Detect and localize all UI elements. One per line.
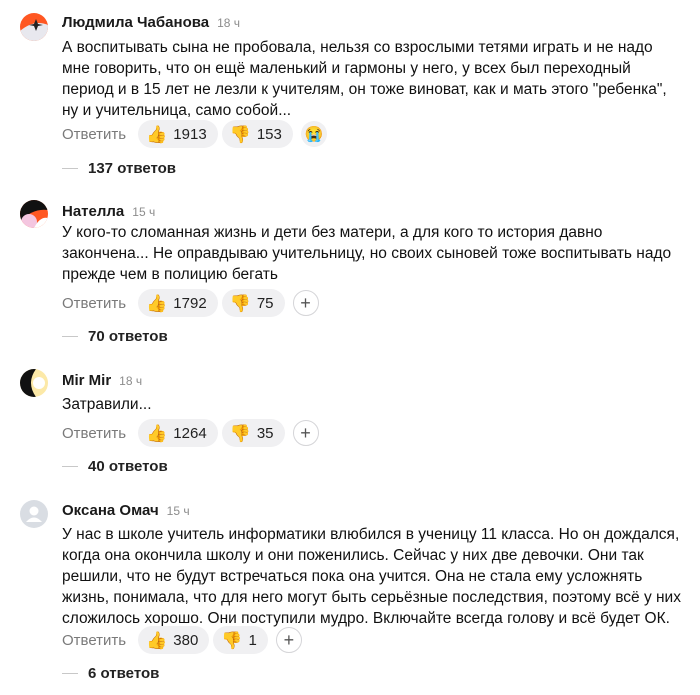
thumbs-down-icon: 👎 [229, 293, 251, 313]
avatar-abstract-icon [20, 13, 48, 41]
thumbs-up-icon: 👍 [146, 423, 168, 443]
reply-button[interactable]: Ответить [62, 632, 126, 649]
avatar-abstract-icon [20, 200, 48, 228]
replies-count: 6 ответов [88, 665, 160, 682]
reply-button[interactable]: Ответить [62, 295, 126, 312]
avatar[interactable] [20, 369, 48, 397]
dislike-button[interactable]: 👎 75 [221, 289, 285, 317]
add-reaction-button[interactable]: + [275, 627, 302, 653]
plus-icon: + [283, 629, 295, 650]
comment-text: У кого-то сломанная жизнь и дети без мат… [62, 224, 672, 283]
plus-icon: + [300, 422, 311, 443]
dislike-count: 1 [248, 631, 257, 649]
divider [62, 466, 78, 467]
crying-emoji-reaction[interactable]: 😭 [300, 121, 327, 147]
author-name[interactable]: Нателла [62, 203, 124, 220]
avatar[interactable] [20, 200, 48, 228]
dislike-count: 153 [256, 125, 282, 143]
divider [62, 168, 78, 169]
dislike-button[interactable]: 👎 1 [213, 626, 268, 654]
comment-time: 18 ч [217, 16, 241, 30]
replies-count: 40 ответов [88, 458, 168, 475]
author-line: Оксана Омач 15 ч [62, 502, 190, 519]
author-name[interactable]: Mir Mir [62, 372, 111, 389]
avatar[interactable] [20, 13, 48, 41]
thumbs-down-icon: 👎 [229, 423, 251, 443]
author-line: Mir Mir 18 ч [62, 372, 142, 389]
dislike-count: 75 [256, 294, 274, 312]
comment-time: 18 ч [119, 374, 143, 388]
like-button[interactable]: 👍 1264 [138, 419, 218, 447]
divider [62, 336, 78, 337]
reply-button[interactable]: Ответить [62, 126, 126, 143]
reply-button[interactable]: Ответить [62, 425, 126, 442]
comment-actions: Ответить 👍 1913 👎 153 😭 [62, 120, 327, 148]
comment-text: А воспитывать сына не пробовала, нельзя … [62, 39, 667, 119]
author-name[interactable]: Людмила Чабанова [62, 14, 209, 31]
replies-toggle[interactable]: 6 ответов [62, 665, 159, 682]
comment-actions: Ответить 👍 1264 👎 35 + [62, 419, 319, 447]
divider [62, 673, 78, 674]
like-button[interactable]: 👍 1792 [138, 289, 218, 317]
comment-time: 15 ч [166, 504, 190, 518]
dislike-button[interactable]: 👎 35 [221, 419, 285, 447]
replies-toggle[interactable]: 137 ответов [62, 160, 176, 177]
replies-toggle[interactable]: 70 ответов [62, 328, 168, 345]
like-button[interactable]: 👍 1913 [138, 120, 218, 148]
crying-icon: 😭 [304, 126, 324, 143]
comment-actions: Ответить 👍 1792 👎 75 + [62, 289, 319, 317]
author-line: Людмила Чабанова 18 ч [62, 14, 240, 31]
like-count: 1792 [173, 294, 207, 312]
like-count: 380 [173, 631, 199, 649]
thumbs-down-icon: 👎 [229, 124, 251, 144]
like-count: 1913 [173, 125, 207, 143]
comment-time: 15 ч [132, 205, 156, 219]
like-count: 1264 [173, 424, 207, 442]
avatar[interactable] [20, 500, 48, 528]
user-placeholder-icon [20, 500, 48, 528]
replies-count: 70 ответов [88, 328, 168, 345]
comment-text: У нас в школе учитель информатики влюбил… [62, 526, 681, 627]
add-reaction-button[interactable]: + [292, 290, 319, 316]
dislike-count: 35 [256, 424, 274, 442]
author-line: Нателла 15 ч [62, 203, 155, 220]
thumbs-up-icon: 👍 [146, 293, 168, 313]
thumbs-up-icon: 👍 [146, 124, 168, 144]
thumbs-up-icon: 👍 [146, 630, 168, 650]
add-reaction-button[interactable]: + [292, 420, 319, 446]
like-button[interactable]: 👍 380 [138, 626, 210, 654]
comment-text: Затравили... [62, 396, 152, 413]
thumbs-down-icon: 👎 [221, 630, 243, 650]
plus-icon: + [300, 292, 311, 313]
avatar-abstract-icon [20, 369, 48, 397]
dislike-button[interactable]: 👎 153 [221, 120, 293, 148]
author-name[interactable]: Оксана Омач [62, 502, 159, 519]
replies-toggle[interactable]: 40 ответов [62, 458, 168, 475]
replies-count: 137 ответов [88, 160, 177, 177]
comment-actions: Ответить 👍 380 👎 1 + [62, 626, 302, 654]
